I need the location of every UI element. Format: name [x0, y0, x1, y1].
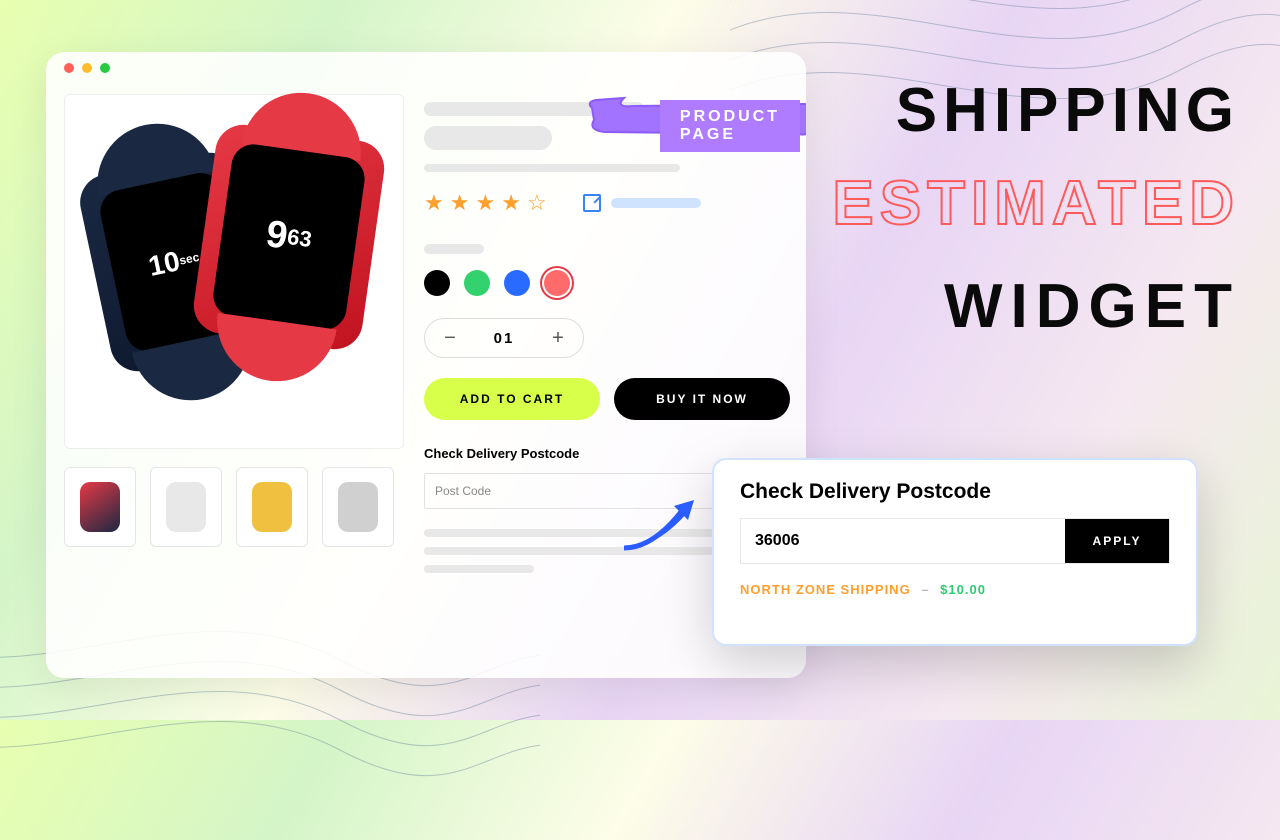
apply-button[interactable]: APPLY	[1065, 519, 1169, 563]
star-icon: ★	[475, 190, 495, 216]
window-minimize-dot[interactable]	[82, 63, 92, 73]
postcode-popup: Check Delivery Postcode 36006 APPLY NORT…	[712, 458, 1198, 646]
thumbnail-2[interactable]	[150, 467, 222, 547]
swatch-green[interactable]	[464, 270, 490, 296]
quantity-decrement[interactable]: −	[425, 319, 475, 357]
headline-word-1: SHIPPING	[832, 75, 1240, 146]
headline-word-2: ESTIMATED	[832, 168, 1240, 239]
product-gallery: 10sec 963	[64, 94, 404, 573]
marketing-headline: SHIPPING ESTIMATED WIDGET	[832, 75, 1240, 342]
swatch-coral[interactable]	[544, 270, 570, 296]
skeleton-review-text	[611, 198, 701, 208]
result-separator: –	[921, 582, 929, 597]
thumbnail-4[interactable]	[322, 467, 394, 547]
thumbnail-1[interactable]	[64, 467, 136, 547]
edit-icon	[583, 194, 601, 212]
swatch-blue[interactable]	[504, 270, 530, 296]
window-maximize-dot[interactable]	[100, 63, 110, 73]
skeleton-color-label	[424, 244, 484, 254]
popup-postcode-input[interactable]: 36006	[741, 519, 1065, 563]
quantity-stepper: − 01 +	[424, 318, 584, 358]
color-swatches	[424, 270, 790, 296]
headline-word-3: WIDGET	[832, 271, 1240, 342]
star-rating: ★ ★ ★ ★ ☆	[424, 190, 547, 216]
star-icon: ★	[501, 190, 521, 216]
star-outline-icon: ☆	[527, 190, 547, 216]
window-titlebar	[46, 52, 806, 84]
star-icon: ★	[424, 190, 444, 216]
star-icon: ★	[450, 190, 470, 216]
popup-label: Check Delivery Postcode	[740, 480, 1170, 504]
add-to-cart-button[interactable]: ADD TO CART	[424, 378, 600, 420]
window-close-dot[interactable]	[64, 63, 74, 73]
shipping-zone: NORTH ZONE SHIPPING	[740, 582, 911, 597]
badge-label: PRODUCT PAGE	[660, 100, 800, 152]
shipping-result: NORTH ZONE SHIPPING – $10.00	[740, 582, 1170, 597]
skeleton-subtitle	[424, 164, 680, 172]
quantity-increment[interactable]: +	[533, 319, 583, 357]
shipping-price: $10.00	[940, 582, 986, 597]
callout-arrow-icon	[614, 478, 734, 563]
product-thumbnails	[64, 467, 404, 547]
swatch-black[interactable]	[424, 270, 450, 296]
product-main-image[interactable]: 10sec 963	[64, 94, 404, 449]
quantity-value: 01	[475, 330, 533, 347]
browser-window: PRODUCT PAGE 10sec 963 ★	[46, 52, 806, 678]
write-review-link[interactable]	[583, 194, 701, 212]
buy-now-button[interactable]: BUY IT NOW	[614, 378, 790, 420]
skeleton-price	[424, 126, 552, 150]
skeleton-line	[424, 565, 534, 573]
thumbnail-3[interactable]	[236, 467, 308, 547]
